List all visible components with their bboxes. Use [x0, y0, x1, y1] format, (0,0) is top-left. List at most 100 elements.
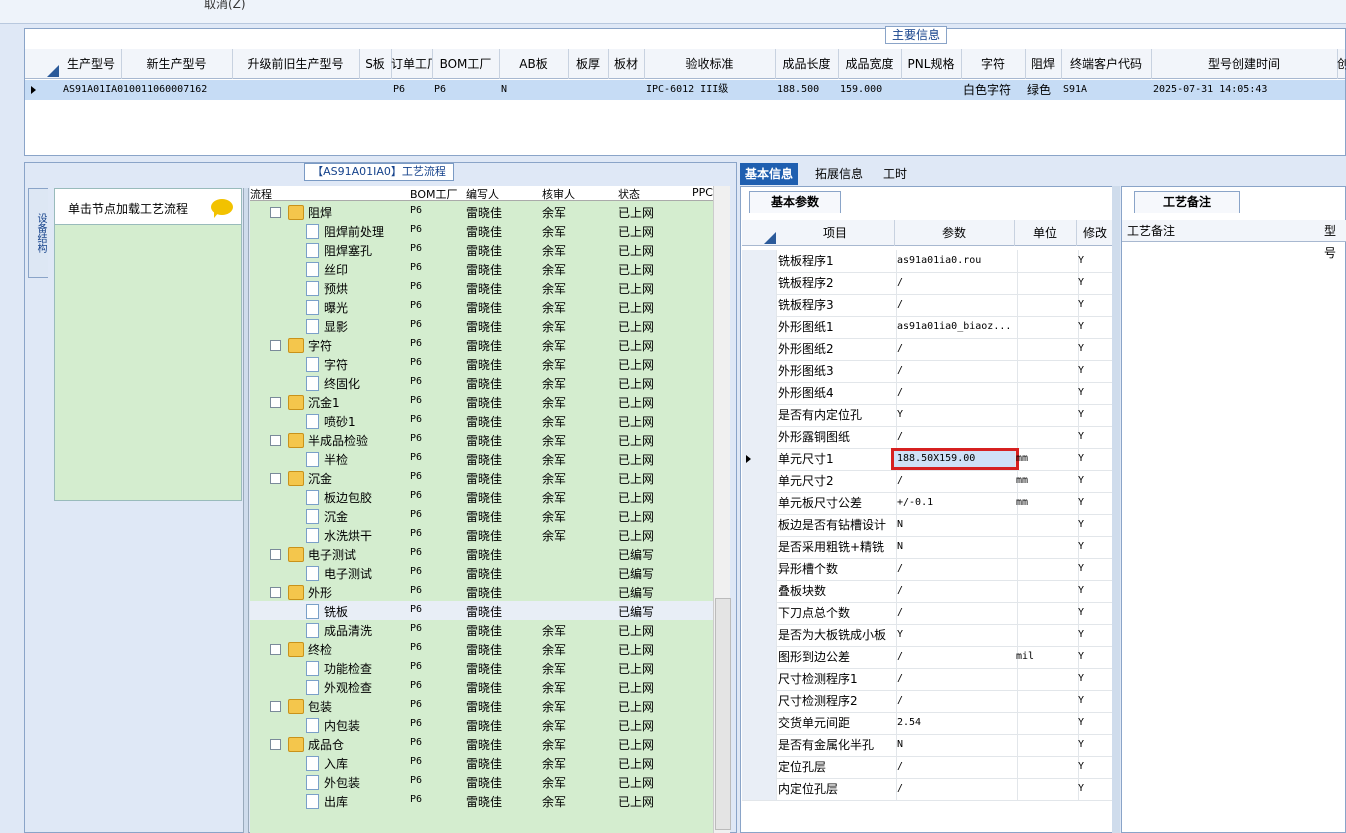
param-value[interactable]: / [894, 778, 1018, 800]
collapse-toggle-icon[interactable] [270, 397, 281, 408]
param-row[interactable]: 下刀点总个数 / Y [742, 602, 1117, 625]
grid-col-header[interactable]: 终端客户代码 [1061, 49, 1152, 79]
tree-row[interactable]: 半成品检验 P6 雷晓佳 余军 已上网 [250, 430, 713, 449]
param-value[interactable]: / [894, 426, 1018, 448]
param-value[interactable]: / [894, 668, 1018, 690]
collapse-toggle-icon[interactable] [270, 701, 281, 712]
collapse-toggle-icon[interactable] [270, 587, 281, 598]
side-tab-equipment[interactable]: 设备结构 [28, 188, 48, 278]
tree-row[interactable]: 内包装 P6 雷晓佳 余军 已上网 [250, 715, 713, 734]
tree-row[interactable]: 显影 P6 雷晓佳 余军 已上网 [250, 316, 713, 335]
param-row[interactable]: 单元尺寸1 188.50X159.00 mm Y [742, 448, 1117, 471]
node-hint-bar[interactable]: 单击节点加载工艺流程 [55, 189, 241, 225]
param-row[interactable]: 异形槽个数 / Y [742, 558, 1117, 581]
param-value[interactable]: 2.54 [894, 712, 1018, 734]
note-col-header[interactable]: 型号 [1324, 220, 1346, 264]
tree-row[interactable]: 阻焊塞孔 P6 雷晓佳 余军 已上网 [250, 240, 713, 259]
grid-col-header[interactable]: BOM工厂 [432, 49, 500, 79]
grid-col-header[interactable]: 型号创建时间 [1151, 49, 1338, 79]
tree-row[interactable]: 外观检查 P6 雷晓佳 余军 已上网 [250, 677, 713, 696]
grid-col-header[interactable]: 阻焊 [1025, 49, 1062, 79]
tree-col-header[interactable]: 流程 [250, 186, 272, 202]
grid-col-header[interactable]: PNL规格 [901, 49, 962, 79]
param-row[interactable]: 交货单元间距 2.54 Y [742, 712, 1117, 735]
param-row[interactable]: 是否有金属化半孔 N Y [742, 734, 1117, 757]
param-value[interactable]: N [894, 536, 1018, 558]
tree-row[interactable]: 铣板 P6 雷晓佳 已编写 [250, 601, 713, 620]
tree-row[interactable]: 沉金 P6 雷晓佳 余军 已上网 [250, 468, 713, 487]
param-value[interactable]: / [894, 756, 1018, 778]
tree-col-header[interactable]: BOM工厂 [410, 186, 458, 202]
tree-row[interactable]: 曝光 P6 雷晓佳 余军 已上网 [250, 297, 713, 316]
param-row[interactable]: 外形图纸2/ Y [742, 338, 1117, 361]
tree-col-header[interactable]: 核审人 [542, 186, 575, 202]
grid-col-header[interactable]: 订单工厂 [391, 49, 433, 79]
param-value[interactable]: / [894, 690, 1018, 712]
collapse-toggle-icon[interactable] [270, 549, 281, 560]
param-row[interactable]: 铣板程序3/ Y [742, 294, 1117, 317]
scrollbar-thumb[interactable] [715, 598, 731, 830]
param-row[interactable]: 尺寸检测程序2/ Y [742, 690, 1117, 713]
tree-row[interactable]: 字符 P6 雷晓佳 余军 已上网 [250, 354, 713, 373]
grid-col-header[interactable]: 新生产型号 [121, 49, 233, 79]
tree-row[interactable]: 电子测试 P6 雷晓佳 已编写 [250, 563, 713, 582]
tree-row[interactable]: 预烘 P6 雷晓佳 余军 已上网 [250, 278, 713, 297]
param-value[interactable]: / [894, 294, 1018, 316]
tree-row[interactable]: 沉金1 P6 雷晓佳 余军 已上网 [250, 392, 713, 411]
tab-1[interactable]: 拓展信息 [810, 163, 868, 185]
grid-col-header[interactable]: 字符 [961, 49, 1026, 79]
collapse-toggle-icon[interactable] [270, 739, 281, 750]
param-row[interactable]: 外形露铜图纸 / Y [742, 426, 1117, 449]
param-value[interactable]: / [894, 646, 1018, 668]
param-value[interactable]: N [894, 734, 1018, 756]
grid-col-header[interactable]: 生产型号 [61, 49, 122, 79]
tree-col-header[interactable]: 编写人 [466, 186, 499, 202]
param-col-header[interactable]: 参数 [894, 220, 1015, 246]
grid-col-header[interactable]: 升级前旧生产型号 [232, 49, 360, 79]
collapse-toggle-icon[interactable] [270, 473, 281, 484]
param-row[interactable]: 外形图纸4/ Y [742, 382, 1117, 405]
param-row[interactable]: 是否采用粗铣+精铣 N Y [742, 536, 1117, 559]
param-value[interactable]: N [894, 514, 1018, 536]
param-row[interactable]: 铣板程序2/ Y [742, 272, 1117, 295]
param-row[interactable]: 是否为大板铣成小板 Y Y [742, 624, 1117, 647]
tree-col-header[interactable]: 状态 [618, 186, 640, 202]
tree-row[interactable]: 丝印 P6 雷晓佳 余军 已上网 [250, 259, 713, 278]
tree-row[interactable]: 功能检查 P6 雷晓佳 余军 已上网 [250, 658, 713, 677]
tree-row[interactable]: 入库 P6 雷晓佳 余军 已上网 [250, 753, 713, 772]
param-row[interactable]: 单元板尺寸公差 +/-0.1 mm Y [742, 492, 1117, 515]
vertical-splitter[interactable] [243, 188, 249, 833]
param-row[interactable]: 板边是否有钻槽设计 N Y [742, 514, 1117, 537]
param-col-header[interactable]: 单位 [1014, 220, 1077, 246]
param-value[interactable]: / [894, 272, 1018, 294]
param-row[interactable]: 定位孔层 / Y [742, 756, 1117, 779]
tree-row[interactable]: 外包装 P6 雷晓佳 余军 已上网 [250, 772, 713, 791]
tree-row[interactable]: 喷砂1 P6 雷晓佳 余军 已上网 [250, 411, 713, 430]
tree-row[interactable]: 外形 P6 雷晓佳 已编写 [250, 582, 713, 601]
tree-row[interactable]: 字符 P6 雷晓佳 余军 已上网 [250, 335, 713, 354]
param-row[interactable]: 图形到边公差 / mil Y [742, 646, 1117, 669]
cancel-button[interactable]: 取消(Z) [204, 0, 246, 12]
param-value[interactable]: / [894, 558, 1018, 580]
param-col-header[interactable]: 项目 [776, 220, 895, 246]
grid-col-header[interactable]: AB板 [499, 49, 569, 79]
tree-scrollbar[interactable] [713, 186, 731, 833]
grid-col-header[interactable]: 成品长度 [775, 49, 839, 79]
tree-row[interactable]: 终固化 P6 雷晓佳 余军 已上网 [250, 373, 713, 392]
tree-row[interactable]: 电子测试 P6 雷晓佳 已编写 [250, 544, 713, 563]
param-value[interactable]: / [894, 338, 1018, 360]
param-value[interactable]: / [894, 602, 1018, 624]
param-row[interactable]: 尺寸检测程序1/ Y [742, 668, 1117, 691]
grid-col-header[interactable]: 板厚 [568, 49, 609, 79]
param-value[interactable]: 188.50X159.00 [891, 448, 1019, 470]
note-col-header[interactable]: 工艺备注 [1127, 220, 1175, 242]
param-value[interactable]: / [894, 580, 1018, 602]
collapse-toggle-icon[interactable] [270, 207, 281, 218]
param-value[interactable]: +/-0.1 [894, 492, 1018, 514]
tree-row[interactable]: 半检 P6 雷晓佳 余军 已上网 [250, 449, 713, 468]
grid-col-header[interactable]: S板 [359, 49, 392, 79]
param-value[interactable]: as91a01ia0_biaoz... [894, 316, 1018, 338]
param-value[interactable]: / [894, 382, 1018, 404]
tree-row[interactable]: 阻焊 P6 雷晓佳 余军 已上网 [250, 202, 713, 221]
grid-col-header[interactable]: 板材 [608, 49, 645, 79]
